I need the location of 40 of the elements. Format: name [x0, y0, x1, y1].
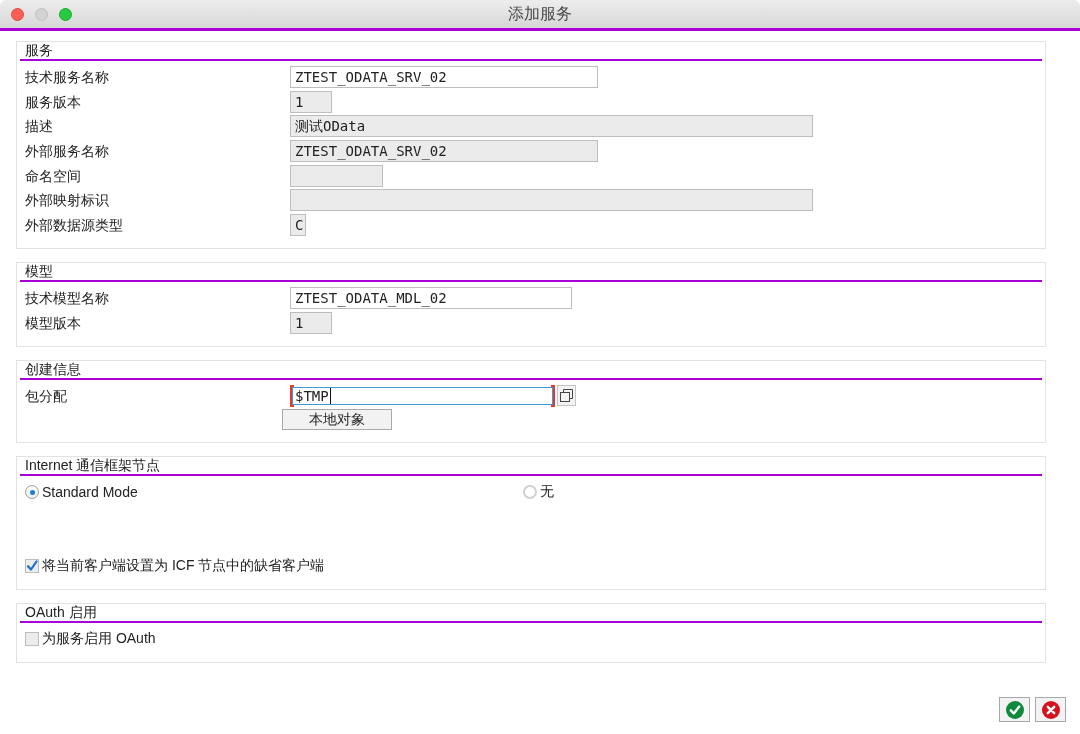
confirm-button[interactable]	[999, 697, 1030, 722]
copy-icon	[560, 389, 573, 403]
field-label: 模型版本	[25, 313, 81, 333]
field-label: 命名空间	[25, 166, 81, 186]
field-label: 外部服务名称	[25, 141, 109, 161]
input-field[interactable]: ZTEST_ODATA_SRV_02	[290, 139, 598, 162]
radio-button[interactable]: 无	[523, 483, 554, 502]
group-title: 模型	[20, 262, 1042, 282]
input-field[interactable]: ZTEST_ODATA_MDL_02	[290, 286, 572, 309]
window-zoom-button[interactable]	[59, 7, 72, 21]
input-field[interactable]: 测试OData	[290, 115, 813, 138]
input-field[interactable]	[290, 189, 813, 212]
input-field[interactable]: $TMP	[290, 384, 555, 407]
group-title: Internet 通信框架节点	[20, 457, 1042, 477]
input-field[interactable]: ZTEST_ODATA_SRV_02	[290, 66, 598, 88]
field-label: 外部数据源类型	[25, 215, 123, 235]
field-label: 包分配	[25, 386, 67, 406]
local-object-button[interactable]: 本地对象	[282, 409, 392, 431]
close-icon	[1041, 700, 1060, 719]
group-title: 创建信息	[20, 360, 1042, 380]
field-label: 技术服务名称	[25, 68, 109, 87]
group-title: 服务	[20, 42, 1042, 61]
field-label: 技术模型名称	[25, 288, 109, 308]
group-title: OAuth 启用	[20, 604, 1042, 624]
text-cursor-icon	[329, 387, 331, 404]
value-help-button[interactable]	[557, 385, 576, 407]
input-field[interactable]: 1	[290, 90, 332, 113]
field-label: 服务版本	[25, 92, 81, 112]
field-label: 描述	[25, 117, 53, 137]
check-icon	[1005, 700, 1024, 719]
checkbox[interactable]: 将当前客户端设置为 ICF 节点中的缺省客户端	[25, 557, 325, 576]
window-close-button[interactable]	[11, 7, 24, 21]
radio-button[interactable]: Standard Mode	[25, 484, 138, 501]
checkbox[interactable]: 为服务启用 OAuth	[25, 630, 156, 649]
cancel-button[interactable]	[1035, 697, 1066, 722]
input-field[interactable]	[290, 164, 383, 187]
window-title: 添加服务	[508, 4, 572, 24]
input-field[interactable]: 1	[290, 311, 332, 334]
input-field[interactable]: C	[290, 213, 306, 236]
field-label: 外部映射标识	[25, 191, 109, 211]
